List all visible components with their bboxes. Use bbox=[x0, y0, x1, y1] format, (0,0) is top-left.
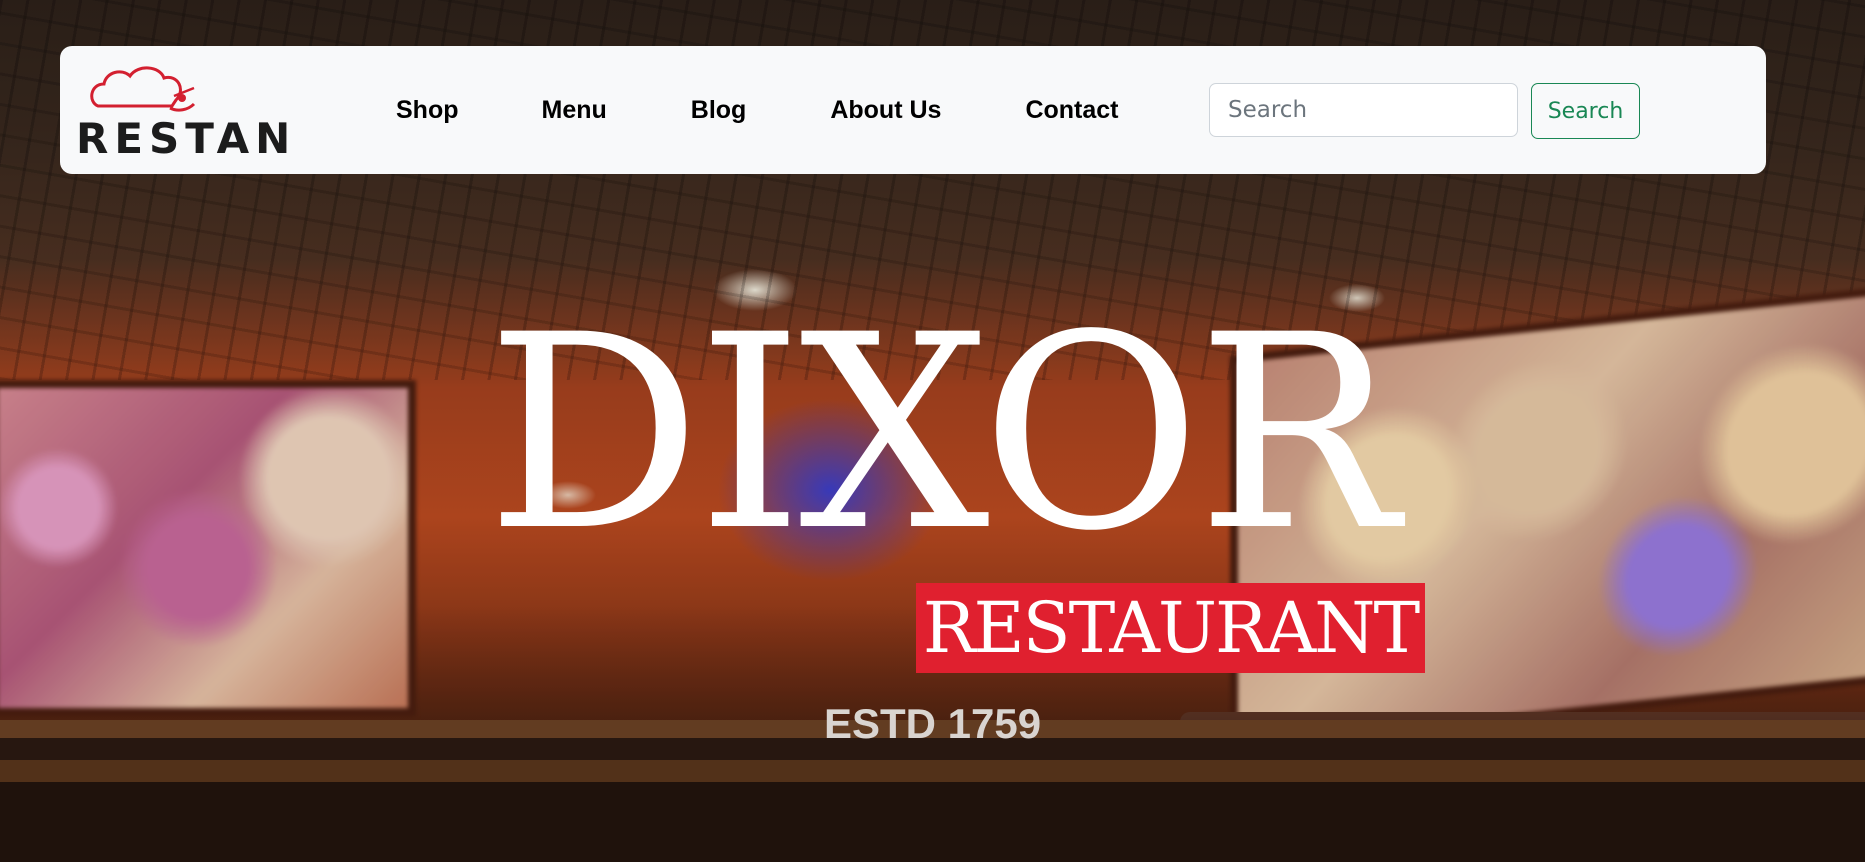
chef-hat-icon bbox=[90, 66, 196, 112]
hero-badge-label: RESTAURANT bbox=[922, 587, 1420, 669]
nav-link-shop[interactable]: Shop bbox=[396, 96, 459, 125]
hero-title: DIXOR bbox=[486, 278, 1398, 590]
nav-link-blog[interactable]: Blog bbox=[691, 96, 747, 125]
logo-text: RESTAN bbox=[76, 114, 297, 163]
nav-links: Shop Menu Blog About Us Contact bbox=[396, 46, 1119, 174]
hero-established: ESTD 1759 bbox=[823, 700, 1042, 747]
nav-link-menu[interactable]: Menu bbox=[542, 96, 607, 125]
hero-section: RESTAN Shop Menu Blog About Us Contact S… bbox=[0, 0, 1865, 862]
search-input[interactable] bbox=[1209, 83, 1518, 137]
search-button[interactable]: Search bbox=[1531, 83, 1640, 139]
nav-link-about-us[interactable]: About Us bbox=[830, 96, 941, 125]
nav-link-contact[interactable]: Contact bbox=[1025, 96, 1118, 125]
brand-logo[interactable]: RESTAN bbox=[76, 62, 297, 163]
hero-badge: RESTAURANT bbox=[916, 583, 1425, 673]
navbar: RESTAN Shop Menu Blog About Us Contact S… bbox=[60, 46, 1766, 174]
